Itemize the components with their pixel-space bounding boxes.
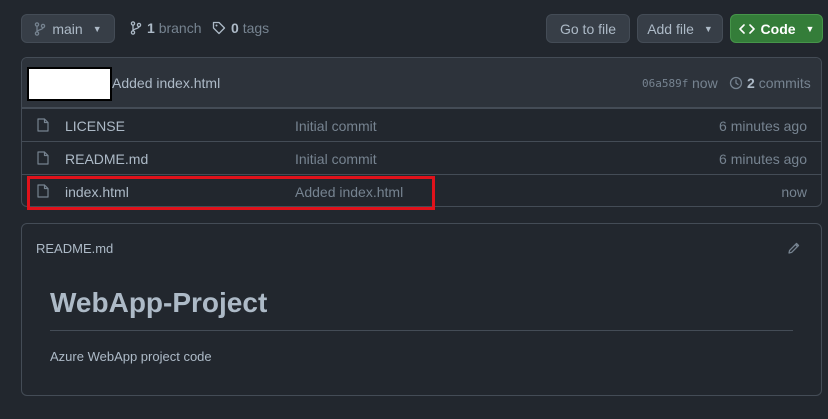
go-to-file-label: Go to file — [559, 20, 617, 37]
file-icon — [37, 151, 49, 165]
tag-icon — [212, 21, 226, 35]
avatar[interactable] — [27, 67, 112, 101]
chevron-down-icon: ▼ — [703, 23, 713, 34]
repo-toolbar: main ▼ 1 branch 0 tags Go to file Add fi… — [0, 0, 828, 58]
file-age: 6 minutes ago — [719, 151, 807, 167]
file-commit-message[interactable]: Initial commit — [295, 151, 377, 167]
highlight-annotation-box — [27, 176, 435, 210]
code-button[interactable]: Code ▼ — [730, 14, 823, 43]
readme-filename[interactable]: README.md — [36, 241, 113, 256]
pencil-icon[interactable] — [787, 241, 801, 255]
commits-history-link[interactable]: 2 commits — [729, 75, 811, 91]
readme-title: WebApp-Project — [50, 287, 268, 318]
file-row-readme: README.md Initial commit 6 minutes ago — [22, 141, 821, 174]
readme-body: Azure WebApp project code — [50, 349, 212, 364]
divider — [50, 330, 793, 331]
git-branch-icon — [130, 21, 142, 35]
branch-selector-button[interactable]: main ▼ — [21, 14, 115, 43]
branch-label: main — [52, 20, 83, 37]
go-to-file-button[interactable]: Go to file — [546, 14, 630, 43]
file-row-license: LICENSE Initial commit 6 minutes ago — [22, 108, 821, 141]
add-file-button[interactable]: Add file ▼ — [637, 14, 723, 43]
commits-count: 2 — [747, 75, 755, 91]
tags-label: tags — [242, 20, 270, 36]
branches-link[interactable]: 1 branch — [130, 20, 202, 36]
file-name[interactable]: LICENSE — [65, 118, 125, 134]
add-file-label: Add file — [647, 20, 694, 37]
latest-commit-message[interactable]: Added index.html — [112, 75, 220, 91]
file-commit-message[interactable]: Initial commit — [295, 118, 377, 134]
commit-hash[interactable]: 06a589f — [642, 77, 688, 90]
branches-label: branch — [158, 20, 202, 36]
commit-time: now — [692, 75, 718, 91]
git-branch-icon — [35, 21, 46, 36]
file-icon — [37, 118, 49, 132]
file-age: now — [781, 184, 807, 200]
commits-label: commits — [758, 75, 811, 91]
file-age: 6 minutes ago — [719, 118, 807, 134]
history-icon — [729, 76, 743, 90]
branches-count: 1 — [147, 20, 155, 36]
readme-panel: README.md WebApp-Project Azure WebApp pr… — [21, 223, 822, 396]
file-name[interactable]: README.md — [65, 151, 148, 167]
latest-commit-bar: Added index.html 06a589f now 2 commits — [22, 58, 821, 108]
tags-count: 0 — [231, 20, 239, 36]
tags-link[interactable]: 0 tags — [212, 20, 269, 36]
chevron-down-icon: ▼ — [805, 23, 815, 34]
chevron-down-icon: ▼ — [92, 23, 102, 34]
code-label: Code — [760, 20, 796, 37]
code-icon — [738, 23, 755, 34]
